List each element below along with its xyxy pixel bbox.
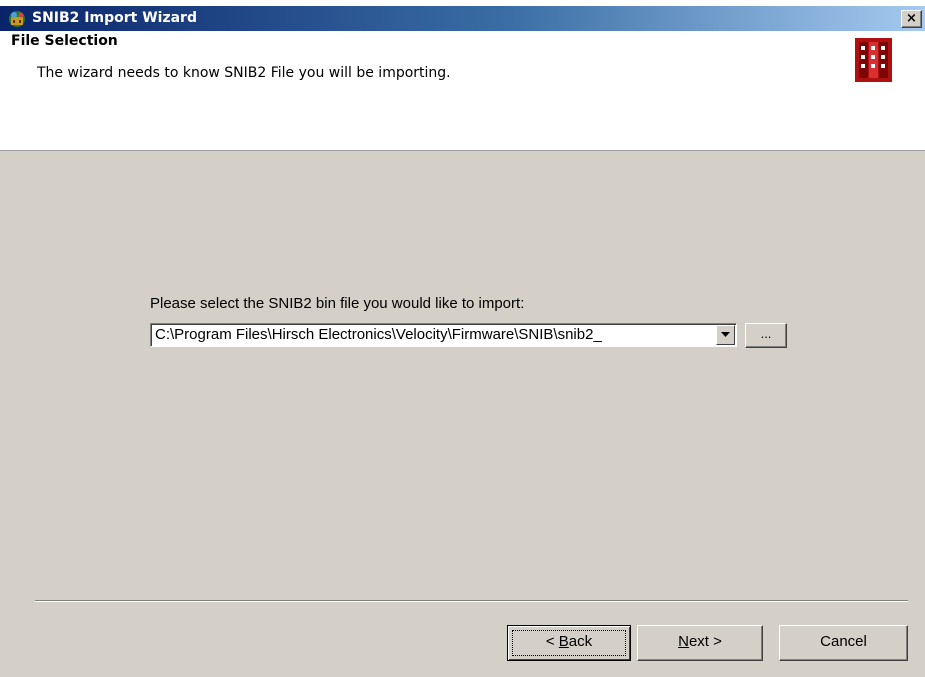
page-description: The wizard needs to know SNIB2 File you … [37,65,451,81]
file-prompt-label: Please select the SNIB2 bin file you wou… [150,295,525,312]
cancel-button-label: Cancel [820,633,867,650]
footer-divider [35,600,908,602]
next-button-mnemonic: N [678,633,689,650]
next-button-rest: ext > [688,633,722,650]
title-bar[interactable]: SNIB2 Import Wizard × [0,6,925,31]
file-path-value[interactable]: C:\Program Files\Hirsch Electronics\Velo… [155,326,705,343]
close-button[interactable]: × [901,10,922,28]
focus-rectangle [512,630,626,656]
browse-button[interactable]: ... [745,323,787,348]
app-icon [9,11,25,27]
back-button[interactable]: < Back [507,625,631,661]
dropdown-button[interactable] [716,325,735,345]
chevron-down-icon [721,332,730,337]
wizard-body [0,152,925,677]
browse-button-label: ... [760,326,772,341]
next-button[interactable]: Next > [637,625,763,661]
file-path-combobox[interactable]: C:\Program Files\Hirsch Electronics\Velo… [150,323,737,347]
close-icon: × [906,11,917,26]
cancel-button[interactable]: Cancel [779,625,908,661]
wizard-logo-icon [855,38,892,82]
page-title: File Selection [11,33,118,49]
wizard-header: File Selection The wizard needs to know … [0,31,925,152]
window-title: SNIB2 Import Wizard [32,10,197,26]
